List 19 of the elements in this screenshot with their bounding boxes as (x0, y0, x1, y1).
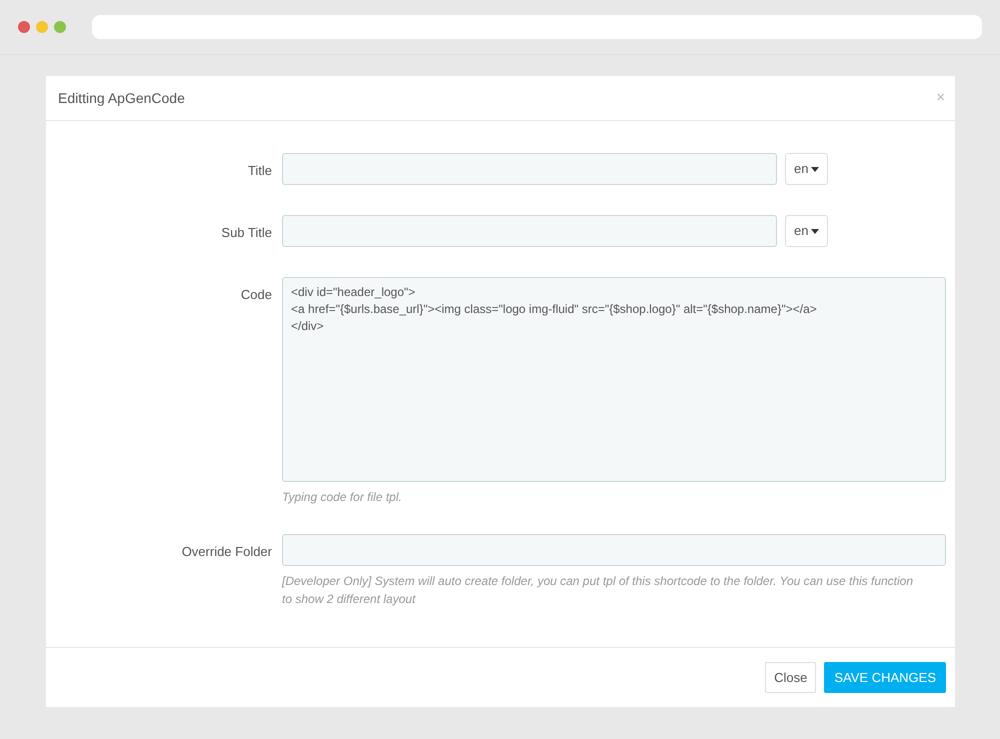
code-textarea[interactable]: <div id="header_logo"> <a href="{$urls.base_url}"><img class="logo img-fluid" src="{$shop.logo}" alt="{$shop.name}"></a> </div> (282, 277, 946, 482)
field-label: Sub Title (220, 224, 272, 242)
maximize-window-dot[interactable] (54, 21, 66, 33)
close-window-dot[interactable] (18, 21, 30, 33)
help-text: [Developer Only] System will auto create folder, you can put tpl of this shortcode to the folder. You can use this function to show 2 different layout (282, 573, 914, 608)
text-input[interactable] (282, 534, 946, 566)
close-button[interactable]: Close (765, 662, 816, 693)
caret-icon (811, 166, 820, 172)
text-input[interactable] (282, 215, 777, 247)
field-label: Title (246, 162, 272, 180)
text-input[interactable] (282, 153, 777, 185)
minimize-window-dot[interactable] (36, 21, 48, 33)
language-dropdown[interactable]: en (785, 215, 828, 247)
caret-icon (811, 228, 820, 234)
field-label: Override Folder (180, 543, 272, 561)
help-text: Typing code for file tpl. (282, 489, 403, 506)
field-label: Code (240, 286, 272, 304)
language-dropdown[interactable]: en (785, 153, 828, 185)
dialog-title: Editting ApGenCode (58, 88, 185, 108)
